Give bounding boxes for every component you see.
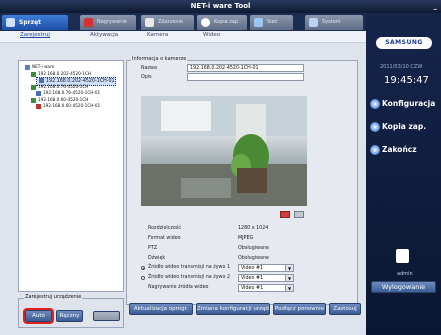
snapshot-icon[interactable] <box>294 211 304 218</box>
tab-event-label: Zdarzenie <box>158 19 184 25</box>
live-source-1-select[interactable]: Video #1 ▼ <box>238 264 294 272</box>
tab-recording[interactable]: Nagrywanie <box>80 15 136 30</box>
tree-item-label: 192.168.0.76-4520-1CH-01 <box>43 90 101 95</box>
ptz-value: Obsługiwane <box>238 246 269 251</box>
audio-value: Obsługiwane <box>238 256 269 261</box>
tab-system[interactable]: System <box>305 15 363 30</box>
tab-network-label: Sieć <box>267 19 278 25</box>
network-icon <box>254 18 263 27</box>
gear-icon <box>370 99 380 109</box>
main-tabbar: Sprzęt Nagrywanie Zdarzenie Kopia zap. S… <box>0 13 366 31</box>
name-label: Nazwa <box>141 66 157 71</box>
live-source-1-label: Źródło wideo transmisji na żywo 1 <box>148 265 230 270</box>
system-icon <box>309 18 318 27</box>
tree-item-label: 192.168.0.76-4520-1CH <box>38 84 89 89</box>
firmware-update-button[interactable]: Aktualizacja oprogr. <box>129 303 193 315</box>
manual-button[interactable]: Ręczny <box>56 310 83 322</box>
tree-root-label: NET-i ware <box>32 64 55 69</box>
username: admin <box>397 271 413 277</box>
tab-backup-label: Kopia zap. <box>214 19 240 25</box>
chevron-down-icon: ▼ <box>285 265 293 271</box>
record-indicator-icon[interactable] <box>280 211 290 218</box>
brand-logo: SAMSUNG <box>376 37 432 49</box>
record-source-value: Video #1 <box>241 286 264 291</box>
camera-icon <box>31 71 36 77</box>
sub-navigation: Zarejestruj Aktywacja Kamera Wideo <box>0 31 366 43</box>
device-tree[interactable]: NET-i ware 192.168.0.202-4520-1CH 192.16… <box>18 60 124 292</box>
camera-info-title: Informacja o kamerze <box>131 56 188 62</box>
camera-icon <box>31 84 36 90</box>
record-source-label: Nagrywanie źródła wideo <box>148 285 209 290</box>
auto-button[interactable]: Auto <box>23 308 54 324</box>
format-value: MJPEG <box>238 236 254 241</box>
ptz-label: PTZ <box>148 246 158 251</box>
record-icon <box>84 18 93 27</box>
configuration-label: Konfiguracja <box>382 99 436 108</box>
tree-item-label: 192.168.0.202-4520-1CH <box>38 71 92 76</box>
exit-button[interactable]: Zakończ <box>370 145 438 155</box>
hardware-icon <box>6 18 15 27</box>
backup-menu-button[interactable]: Kopia zap. <box>370 122 438 132</box>
chevron-down-icon: ▼ <box>285 275 293 281</box>
subnav-camera[interactable]: Kamera <box>147 32 168 38</box>
subnav-video[interactable]: Wideo <box>203 32 220 38</box>
live-source-1-value: Video #1 <box>241 266 264 271</box>
power-icon <box>370 145 380 155</box>
backup-menu-label: Kopia zap. <box>382 122 427 131</box>
tree-item-label: 192.168.0.60-4520-1CH-01 <box>43 103 101 108</box>
tree-root[interactable]: NET-i ware <box>25 64 54 70</box>
video-preview <box>141 96 307 206</box>
time-display: 19:45:47 <box>384 75 429 86</box>
resolution-label: Rozdzielczość <box>148 226 181 231</box>
tab-backup[interactable]: Kopia zap. <box>197 15 247 30</box>
description-field[interactable] <box>187 73 304 81</box>
name-field[interactable]: 192.168.0.202-4520-1CH-01 <box>187 64 304 72</box>
channel-icon <box>39 78 44 83</box>
live-source-2-radio[interactable] <box>141 276 145 280</box>
subnav-register[interactable]: Zarejestruj <box>20 32 50 38</box>
camera-icon <box>31 97 36 103</box>
window-titlebar: NET-i ware Tool _ <box>0 0 441 13</box>
window-title: NET-i ware Tool <box>190 2 251 10</box>
event-icon <box>145 18 154 27</box>
tab-network[interactable]: Sieć <box>250 15 293 30</box>
resolution-value: 1280 x 1024 <box>238 226 269 231</box>
server-icon <box>25 64 30 70</box>
logout-button[interactable]: Wylogowanie <box>371 281 436 293</box>
tree-item[interactable]: 192.168.0.60-4520-1CH-01 <box>36 103 100 109</box>
exit-label: Zakończ <box>382 145 417 154</box>
configuration-button[interactable]: Konfiguracja <box>370 99 438 109</box>
live-source-1-radio[interactable] <box>141 266 145 270</box>
register-device-title: Zarejestruj urządzenie <box>24 294 83 300</box>
tab-recording-label: Nagrywanie <box>97 19 127 25</box>
format-label: Format wideo <box>148 236 181 241</box>
video-scene <box>141 96 307 206</box>
live-source-2-select[interactable]: Video #1 ▼ <box>238 274 294 282</box>
channel-error-icon <box>36 103 41 109</box>
tab-system-label: System <box>322 19 341 25</box>
tree-item[interactable]: 192.168.0.76-4520-1CH-01 <box>36 90 100 96</box>
tab-hardware[interactable]: Sprzęt <box>2 15 68 30</box>
date-display: 2011/03/10 CZW <box>380 64 423 70</box>
reconnect-button[interactable]: Podłącz ponownie <box>273 303 326 315</box>
user-avatar-icon <box>396 249 409 263</box>
disabled-button <box>93 311 120 321</box>
tab-hardware-label: Sprzęt <box>19 19 42 26</box>
backup-disc-icon <box>370 122 380 132</box>
apply-button[interactable]: Zastosuj <box>329 303 361 315</box>
subnav-activation[interactable]: Aktywacja <box>90 32 118 38</box>
tab-event[interactable]: Zdarzenie <box>141 15 194 30</box>
description-label: Opis <box>141 75 152 80</box>
chevron-down-icon: ▼ <box>285 285 293 291</box>
live-source-2-label: Źródło wideo transmisji na żywo 2 <box>148 275 230 280</box>
record-source-select[interactable]: Video #1 ▼ <box>238 284 294 292</box>
backup-icon <box>201 18 210 27</box>
audio-label: Dźwięk <box>148 256 166 261</box>
minimize-button[interactable]: _ <box>434 0 438 13</box>
tree-item-label: 192.168.0.60-4520-1CH <box>38 97 89 102</box>
change-config-button[interactable]: Zmiana konfiguracji urządzeń <box>196 303 270 315</box>
live-source-2-value: Video #1 <box>241 276 264 281</box>
channel-icon <box>36 90 41 96</box>
